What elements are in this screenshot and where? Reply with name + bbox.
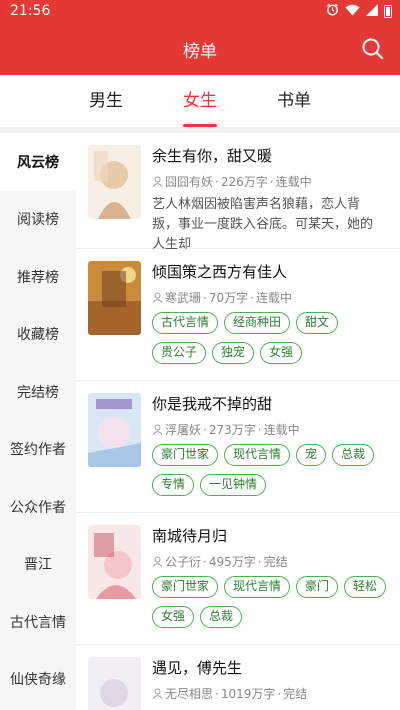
- book-description: 艺人林烟因被陷害声名狼藉，恋人背叛，事业一度跌入谷底。可某天，她的人生却: [152, 197, 374, 252]
- page-title: 榜单: [183, 42, 217, 62]
- book-list: 余生有你，甜又暖 囧囧有妖 · 226万字 · 连载中 艺人林烟因被陷害声名狼藉，恋人背…: [76, 133, 400, 710]
- book-title: 你是我戒不掉的甜: [152, 395, 273, 413]
- book-words: 226万字: [220, 175, 268, 189]
- author-icon: [152, 176, 163, 187]
- ranking-sidebar: 风云榜 阅读榜 推荐榜 收藏榜 完结榜 签约作者 公众作者 晋江 古代言情 仙侠…: [0, 133, 76, 710]
- book-cover: [88, 145, 141, 219]
- book-status: 连载中: [263, 423, 300, 437]
- sidebar-item-jinjiang[interactable]: 晋江: [0, 536, 76, 594]
- genre-tag[interactable]: 甜文: [296, 312, 339, 334]
- wifi-icon: [345, 4, 360, 19]
- book-author: 公子衍: [165, 555, 202, 569]
- book-meta: 公子衍 · 495万字 · 完结: [152, 553, 288, 570]
- list-item[interactable]: 倾国策之西方有佳人 寒武珊 · 70万字 · 连载中 古代言情 经商种田 甜文 贵公子 …: [76, 249, 400, 381]
- author-icon: [152, 424, 163, 435]
- separator: ·: [215, 686, 219, 701]
- book-cover: [88, 657, 141, 710]
- book-meta: 寒武珊 · 70万字 · 连载中: [152, 289, 292, 306]
- list-item[interactable]: 遇见，傅先生 无尽相思 · 1019万字 · 完结: [76, 645, 400, 710]
- list-item[interactable]: 南城待月归 公子衍 · 495万字 · 完结 豪门世家 现代言情 豪门 轻松 女强 总裁: [76, 513, 400, 645]
- status-icons: [326, 3, 392, 19]
- status-time: 21:56: [10, 3, 51, 19]
- sidebar-item-collect[interactable]: 收藏榜: [0, 306, 76, 364]
- book-status: 完结: [283, 687, 308, 701]
- book-status: 连载中: [255, 291, 292, 305]
- book-meta: 浮屠妖 · 273万字 · 连载中: [152, 421, 300, 438]
- app-header: 21:56 榜单: [0, 0, 400, 75]
- genre-tag[interactable]: 一见钟情: [200, 474, 267, 496]
- search-icon: [362, 38, 384, 60]
- separator: ·: [203, 422, 207, 437]
- author-icon: [152, 292, 163, 303]
- genre-tag[interactable]: 独宠: [212, 342, 255, 364]
- genre-tag[interactable]: 女强: [260, 342, 303, 364]
- book-cover: [88, 525, 141, 599]
- sidebar-item-ancient-romance[interactable]: 古代言情: [0, 593, 76, 651]
- book-cover: [88, 261, 141, 335]
- author-icon: [152, 556, 163, 567]
- separator: ·: [203, 554, 207, 569]
- tag-list: 古代言情 经商种田 甜文 贵公子 独宠 女强: [152, 312, 392, 364]
- author-icon: [152, 688, 163, 699]
- genre-tag[interactable]: 总裁: [332, 444, 375, 466]
- book-meta: 囧囧有妖 · 226万字 · 连载中: [152, 173, 312, 190]
- book-status: 完结: [263, 555, 288, 569]
- book-status: 连载中: [275, 175, 312, 189]
- tag-list: 豪门世家 现代言情 豪门 轻松 女强 总裁: [152, 576, 392, 628]
- separator: ·: [257, 422, 262, 437]
- book-author: 浮屠妖: [165, 423, 202, 437]
- book-author: 无尽相思: [165, 687, 214, 701]
- genre-tag[interactable]: 总裁: [200, 606, 243, 628]
- genre-tag[interactable]: 经商种田: [224, 312, 291, 334]
- separator: ·: [215, 174, 219, 189]
- book-author: 囧囧有妖: [165, 175, 214, 189]
- book-words: 495万字: [208, 555, 256, 569]
- genre-tag[interactable]: 豪门: [296, 576, 339, 598]
- sidebar-item-public-authors[interactable]: 公众作者: [0, 478, 76, 536]
- battery-icon: [384, 4, 392, 18]
- alarm-icon: [326, 3, 339, 19]
- sidebar-item-signed-authors[interactable]: 签约作者: [0, 421, 76, 479]
- genre-tag[interactable]: 豪门世家: [152, 444, 219, 466]
- genre-tag[interactable]: 现代言情: [224, 444, 291, 466]
- book-words: 70万字: [208, 291, 249, 305]
- tab-male[interactable]: 男生: [79, 75, 133, 127]
- tab-female[interactable]: 女生: [173, 75, 227, 127]
- book-title: 倾国策之西方有佳人: [152, 263, 288, 281]
- genre-tag[interactable]: 现代言情: [224, 576, 291, 598]
- list-item[interactable]: 你是我戒不掉的甜 浮屠妖 · 273万字 · 连载中 豪门世家 现代言情 宠 总裁 专情…: [76, 381, 400, 513]
- status-bar: 21:56: [0, 0, 400, 24]
- search-button[interactable]: [360, 36, 386, 62]
- book-meta: 无尽相思 · 1019万字 · 完结: [152, 685, 307, 702]
- genre-tag[interactable]: 宠: [296, 444, 327, 466]
- book-author: 寒武珊: [165, 291, 202, 305]
- genre-tag[interactable]: 贵公子: [152, 342, 207, 364]
- genre-tag[interactable]: 豪门世家: [152, 576, 219, 598]
- sidebar-item-xianxia[interactable]: 仙侠奇缘: [0, 651, 76, 709]
- signal-icon: [366, 3, 378, 19]
- book-words: 273万字: [208, 423, 256, 437]
- separator: ·: [277, 686, 282, 701]
- sidebar-item-fengyun[interactable]: 风云榜: [0, 133, 76, 191]
- book-title: 南城待月归: [152, 527, 228, 545]
- separator: ·: [257, 554, 262, 569]
- book-title: 遇见，傅先生: [152, 659, 243, 677]
- list-item[interactable]: 余生有你，甜又暖 囧囧有妖 · 226万字 · 连载中 艺人林烟因被陷害声名狼藉，恋人背…: [76, 133, 400, 252]
- genre-tag[interactable]: 古代言情: [152, 312, 219, 334]
- genre-tag[interactable]: 女强: [152, 606, 195, 628]
- book-words: 1019万字: [220, 687, 276, 701]
- book-cover: [88, 393, 141, 467]
- genre-tag[interactable]: 轻松: [344, 576, 387, 598]
- genre-tag[interactable]: 专情: [152, 474, 195, 496]
- sidebar-item-reading[interactable]: 阅读榜: [0, 191, 76, 249]
- sidebar-item-finished[interactable]: 完结榜: [0, 363, 76, 421]
- book-title: 余生有你，甜又暖: [152, 147, 273, 165]
- tag-list: 豪门世家 现代言情 宠 总裁 专情 一见钟情: [152, 444, 392, 496]
- separator: ·: [250, 290, 254, 305]
- sidebar-item-recommend[interactable]: 推荐榜: [0, 248, 76, 306]
- separator: ·: [269, 174, 274, 189]
- gender-tabs: 男生 女生 书单: [0, 75, 400, 127]
- tab-booklist[interactable]: 书单: [267, 75, 321, 127]
- separator: ·: [203, 290, 207, 305]
